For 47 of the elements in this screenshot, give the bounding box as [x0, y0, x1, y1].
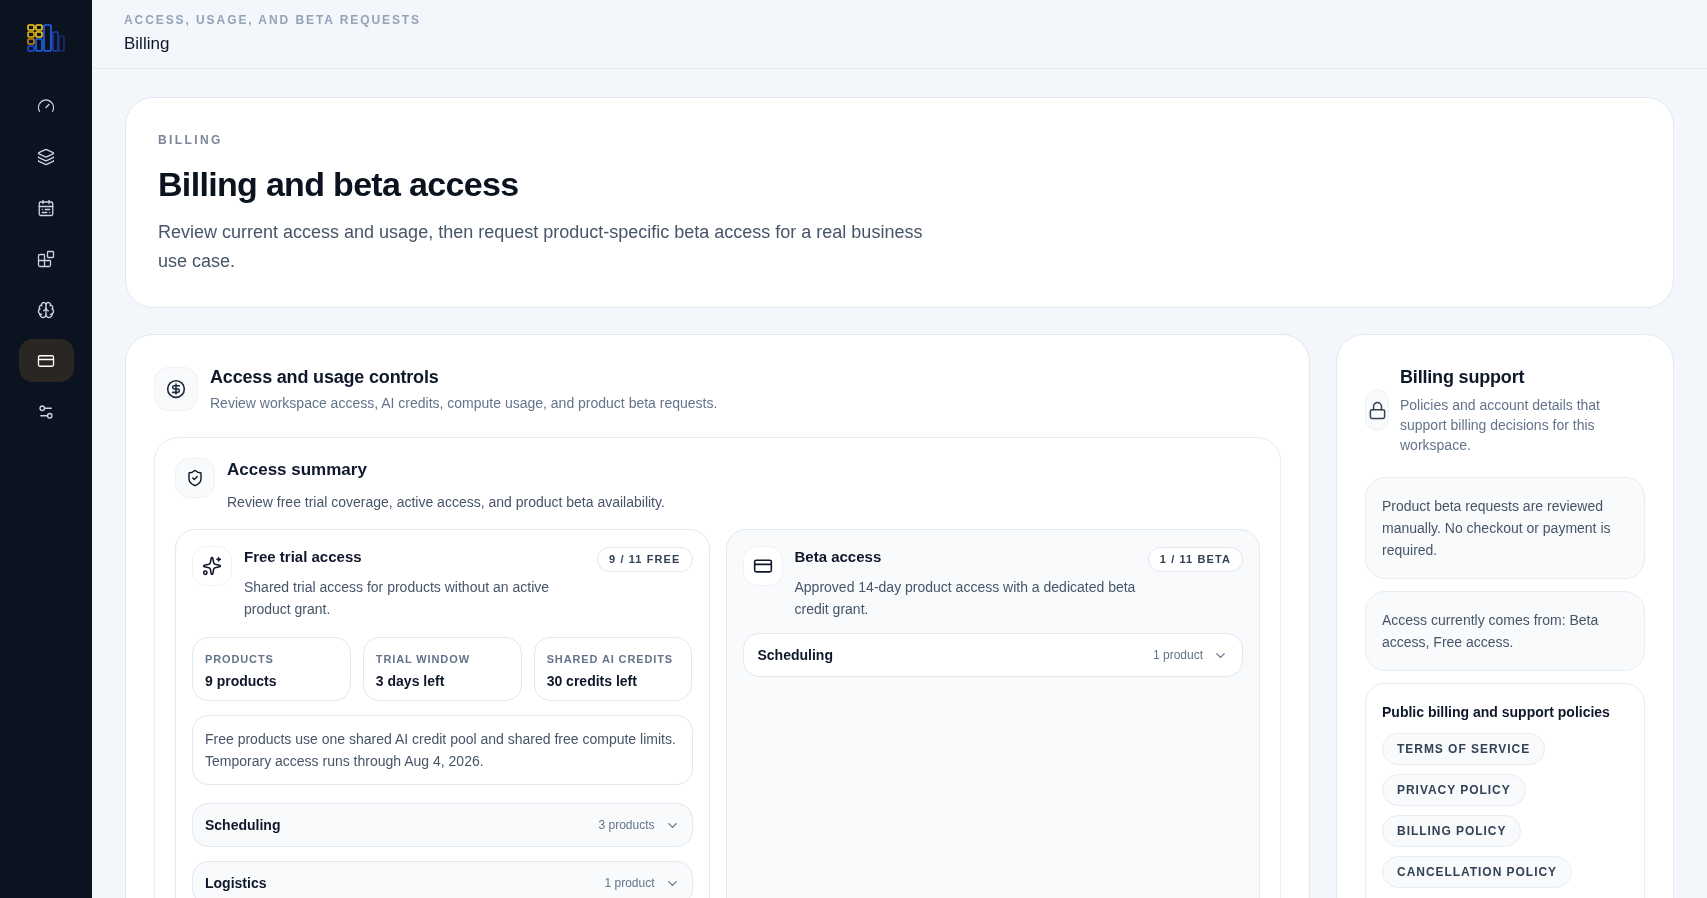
- stat-label: PRODUCTS: [205, 652, 274, 666]
- sparkles-icon: [192, 546, 232, 586]
- stat-value: 9 products: [205, 672, 277, 691]
- note-text: Free products use one shared AI credit pool and shared free compute limits. Temporary access runs through Aug 4, 2026.: [205, 730, 677, 771]
- stat-value: 30 credits left: [546, 672, 637, 691]
- policy-link[interactable]: BILLING POLICY: [1382, 815, 1522, 847]
- stat-label: TRIAL WINDOW: [375, 652, 470, 666]
- note-text: Product beta requests are reviewed manually. No checkout or payment is required.: [1382, 497, 1612, 560]
- nav-button[interactable]: [18, 339, 74, 382]
- lock-icon: [1365, 389, 1389, 431]
- page-eyebrow: ACCESS, USAGE, AND BETA REQUESTS: [124, 12, 422, 28]
- product-group-row[interactable]: Scheduling 1 product: [742, 633, 1243, 677]
- note-text: Access currently comes from: Beta access, Free access.: [1382, 611, 1600, 652]
- policy-link[interactable]: PRIVACY POLICY: [1382, 774, 1526, 806]
- card-title: Beta access: [794, 547, 882, 567]
- layers-icon: [37, 147, 55, 166]
- card-subtitle: Policies and account details that support billing decisions for this workspace.: [1400, 396, 1601, 455]
- section-eyebrow: BILLING: [158, 132, 223, 148]
- card-description: Approved 14-day product access with a dedicated beta credit grant.: [794, 578, 1136, 619]
- product-group-row[interactable]: Scheduling 3 products: [192, 803, 693, 847]
- product-group-row[interactable]: Logistics 1 product: [192, 861, 693, 898]
- card-title: Access summary: [227, 459, 367, 481]
- card-title: Billing support: [1400, 366, 1525, 389]
- card-description: Shared trial access for products without an active product grant.: [244, 578, 551, 619]
- card-subtitle: Review free trial coverage, active access, and product beta availability.: [227, 493, 665, 512]
- stat-label: SHARED AI CREDITS: [546, 652, 674, 666]
- hero-description: Review current access and usage, then request product-specific beta access for a real business use case.: [158, 221, 924, 273]
- card-title: Access and usage controls: [210, 366, 439, 389]
- dollar-icon: [154, 367, 198, 411]
- shield-check-icon: [175, 458, 215, 498]
- card-subtitle: Review workspace access, AI credits, compute usage, and product beta requests.: [210, 394, 718, 413]
- credit-card-icon: [742, 546, 783, 586]
- page-title: Billing: [124, 33, 170, 55]
- brain-icon: [37, 300, 55, 319]
- blocks-icon: [37, 249, 55, 268]
- sliders-icon: [37, 402, 55, 421]
- quota-badge: 1 / 11 BETA: [1147, 547, 1243, 572]
- card-title: Free trial access: [244, 547, 362, 567]
- hero-title: Billing and beta access: [158, 164, 519, 205]
- gauge-icon: [37, 96, 55, 115]
- policy-link[interactable]: TERMS OF SERVICE: [1382, 733, 1546, 765]
- stat-value: 3 days left: [375, 672, 445, 691]
- calendar-icon: [37, 198, 55, 217]
- logo-icon: [27, 24, 65, 52]
- quota-badge: 9 / 11 FREE: [597, 547, 693, 572]
- policies-title: Public billing and support policies: [1382, 703, 1610, 722]
- policy-link[interactable]: CANCELLATION POLICY: [1382, 856, 1572, 888]
